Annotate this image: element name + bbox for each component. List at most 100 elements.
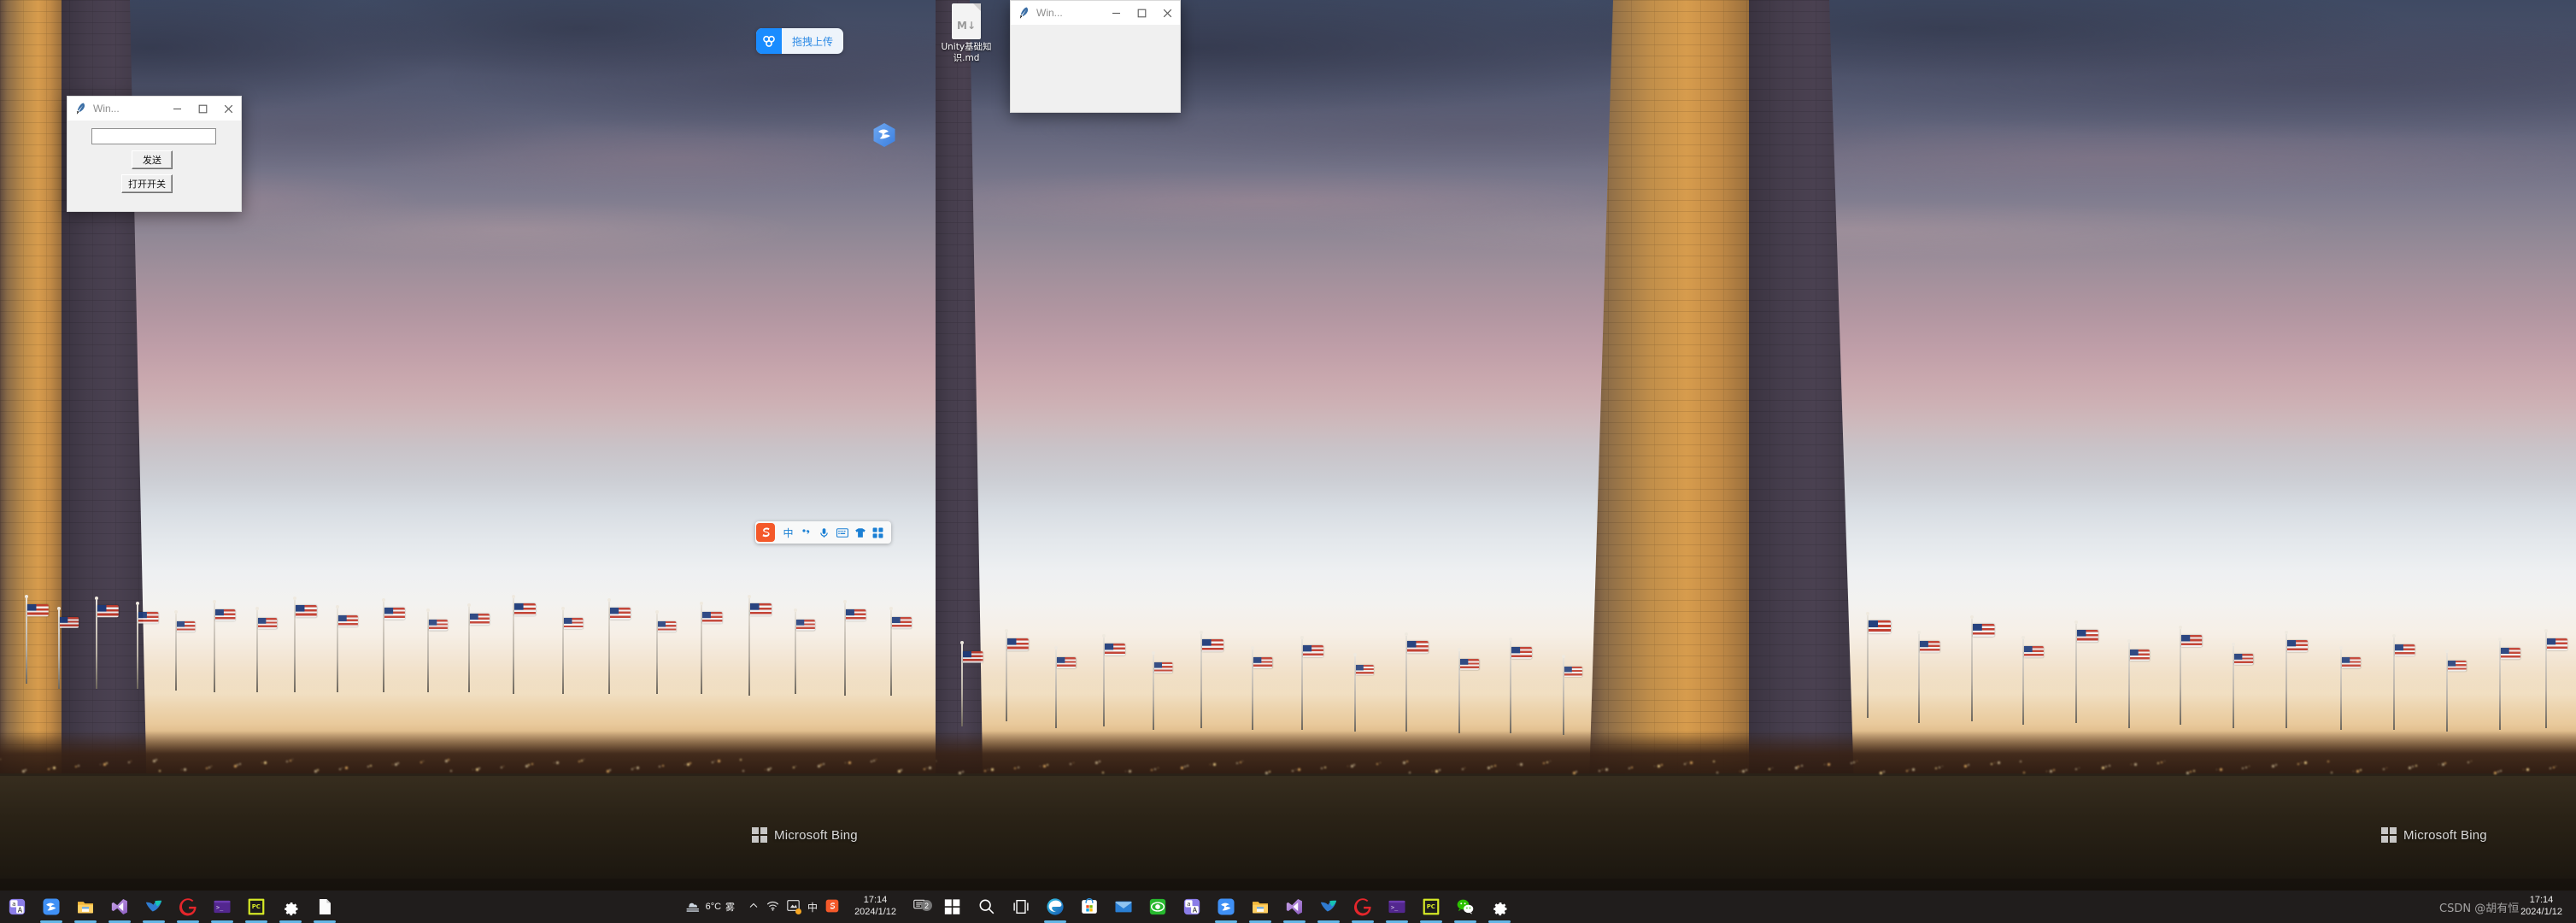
close-icon[interactable] xyxy=(1154,1,1180,26)
taskbar-g-app-icon[interactable] xyxy=(1346,891,1380,923)
cloud-layer xyxy=(0,0,936,479)
taskbar-leaf-app-icon[interactable] xyxy=(1311,891,1346,923)
ime-punctuation-icon[interactable] xyxy=(797,522,815,543)
taskbar-translate-icon[interactable]: aA xyxy=(0,891,34,923)
minimize-icon[interactable] xyxy=(164,97,190,121)
american-flag xyxy=(2395,644,2415,656)
taskbar-pycharm-icon[interactable]: PC xyxy=(1414,891,1448,923)
start-button[interactable] xyxy=(936,891,970,923)
american-flag xyxy=(1154,662,1173,673)
ime-indicator[interactable]: 中 xyxy=(807,900,818,914)
taskbar-left-tray[interactable]: 6°C 雾 中 17:14 2024/1/12 2 xyxy=(678,891,936,923)
taskbar-settings-icon[interactable] xyxy=(273,891,308,923)
taskbar-pycharm-icon[interactable]: PC xyxy=(239,891,273,923)
tray-date: 2024/1/12 xyxy=(854,907,896,917)
american-flag xyxy=(1973,624,1995,637)
tray-clock[interactable]: 17:14 2024/1/12 xyxy=(846,895,905,919)
american-flag xyxy=(1564,667,1582,677)
taskbar-right-system[interactable] xyxy=(936,891,1038,923)
close-icon[interactable] xyxy=(215,97,241,121)
city-light xyxy=(128,761,130,763)
task-view-button[interactable] xyxy=(1004,891,1038,923)
taskbar-right-pinned[interactable]: a A >_ PC xyxy=(1038,891,1517,923)
taskbar-eyecare-icon[interactable] xyxy=(1141,891,1175,923)
minimize-icon[interactable] xyxy=(1103,1,1129,26)
taskbar-file-explorer-icon[interactable] xyxy=(68,891,103,923)
taskbar-terminal-icon[interactable]: >_ xyxy=(1380,891,1414,923)
city-light xyxy=(208,767,210,768)
taskbar-leaf-app-icon[interactable] xyxy=(137,891,171,923)
taskbar-right[interactable]: a A >_ PC 17:14 2024/1/12 xyxy=(936,891,2576,923)
flag-finial xyxy=(889,607,893,610)
taskbar-feishu-icon[interactable] xyxy=(34,891,68,923)
taskbar-translate-icon[interactable]: aA xyxy=(1175,891,1209,923)
city-light xyxy=(2297,763,2299,765)
taskbar-notepad-icon[interactable] xyxy=(308,891,342,923)
send-button[interactable]: 发送 xyxy=(132,150,173,169)
ime-skin-icon[interactable] xyxy=(851,522,869,543)
taskbar-left-pinned[interactable]: a A >_ PC xyxy=(0,891,342,923)
sogou-s-logo-icon[interactable] xyxy=(825,899,839,915)
sogou-ime-toolbar[interactable]: 中 xyxy=(755,521,891,544)
taskbar-edge-icon[interactable] xyxy=(1038,891,1072,923)
tray-clock-right[interactable]: 17:14 2024/1/12 xyxy=(2512,895,2576,919)
city-light xyxy=(1292,770,1294,772)
ime-toolbox-icon[interactable] xyxy=(869,522,887,543)
flag-finial xyxy=(794,608,797,612)
feishu-hexagon-icon[interactable] xyxy=(872,122,896,148)
american-flag xyxy=(2501,648,2520,660)
chevron-up-icon[interactable] xyxy=(748,901,759,914)
taskbar-left[interactable]: a A >_ PC 6°C 雾 中 17:14 2024/1/12 2 xyxy=(0,891,936,923)
taskbar-microsoft-store-icon[interactable] xyxy=(1072,891,1106,923)
wifi-icon[interactable] xyxy=(766,900,779,914)
screen-icon[interactable] xyxy=(787,900,802,914)
message-input[interactable] xyxy=(91,128,216,144)
tk-window-right[interactable]: Win... xyxy=(1010,0,1181,113)
flag-finial xyxy=(2544,629,2548,632)
flag-finial xyxy=(2339,646,2343,650)
tray-icon-group[interactable]: 中 xyxy=(742,899,846,915)
taskbar-feishu-icon[interactable] xyxy=(1209,891,1243,923)
taskbar-settings-icon[interactable] xyxy=(1482,891,1517,923)
american-flag xyxy=(215,609,236,621)
flag-finial xyxy=(2179,626,2182,629)
city-light xyxy=(264,761,267,764)
american-flag xyxy=(177,621,196,632)
flag-finial xyxy=(426,608,430,612)
drag-upload-widget[interactable]: 拖拽上传 xyxy=(756,28,844,54)
search-button[interactable] xyxy=(970,891,1004,923)
bing-watermark-left: Microsoft Bing xyxy=(752,827,858,843)
maximize-icon[interactable] xyxy=(190,97,215,121)
city-light xyxy=(450,770,452,772)
taskbar-terminal-icon[interactable]: >_ xyxy=(205,891,239,923)
tray-time: 17:14 xyxy=(2529,895,2554,906)
taskbar-visual-studio-icon[interactable] xyxy=(103,891,137,923)
ime-softkeyboard-icon[interactable] xyxy=(833,522,851,543)
tray-weather[interactable]: 6°C 雾 xyxy=(678,899,742,915)
taskbar-g-app-icon[interactable] xyxy=(171,891,205,923)
american-flag xyxy=(2448,661,2467,672)
notification-icon[interactable]: 2 xyxy=(905,899,936,914)
bing-logo-icon xyxy=(752,827,767,843)
sogou-s-logo-icon[interactable] xyxy=(755,522,776,543)
tk-window-left[interactable]: Win... 发送 打开开关 xyxy=(67,96,242,212)
tk-window-right-titlebar[interactable]: Win... xyxy=(1011,1,1180,26)
maximize-icon[interactable] xyxy=(1129,1,1154,26)
drag-upload-label: 拖拽上传 xyxy=(792,35,834,48)
american-flag xyxy=(296,605,317,618)
taskbar-visual-studio-icon[interactable] xyxy=(1277,891,1311,923)
taskbar-file-explorer-icon[interactable] xyxy=(1243,891,1277,923)
taskbar-right-tray[interactable]: 17:14 2024/1/12 xyxy=(2512,891,2576,923)
ime-voice-icon[interactable] xyxy=(815,522,833,543)
american-flag xyxy=(1460,659,1480,670)
city-light xyxy=(742,770,744,772)
city-light xyxy=(420,761,422,763)
desktop-icon-unity-notes[interactable]: M↓ Unity基础知识.md xyxy=(940,3,993,63)
taskbar-wechat-icon[interactable] xyxy=(1448,891,1482,923)
tk-window-left-titlebar[interactable]: Win... xyxy=(67,97,241,121)
ime-mode-chinese[interactable]: 中 xyxy=(779,522,797,543)
city-light xyxy=(1213,763,1216,766)
taskbar-mail-icon[interactable] xyxy=(1106,891,1141,923)
fog-cloud-icon xyxy=(684,899,701,915)
toggle-switch-button[interactable]: 打开开关 xyxy=(121,174,173,193)
